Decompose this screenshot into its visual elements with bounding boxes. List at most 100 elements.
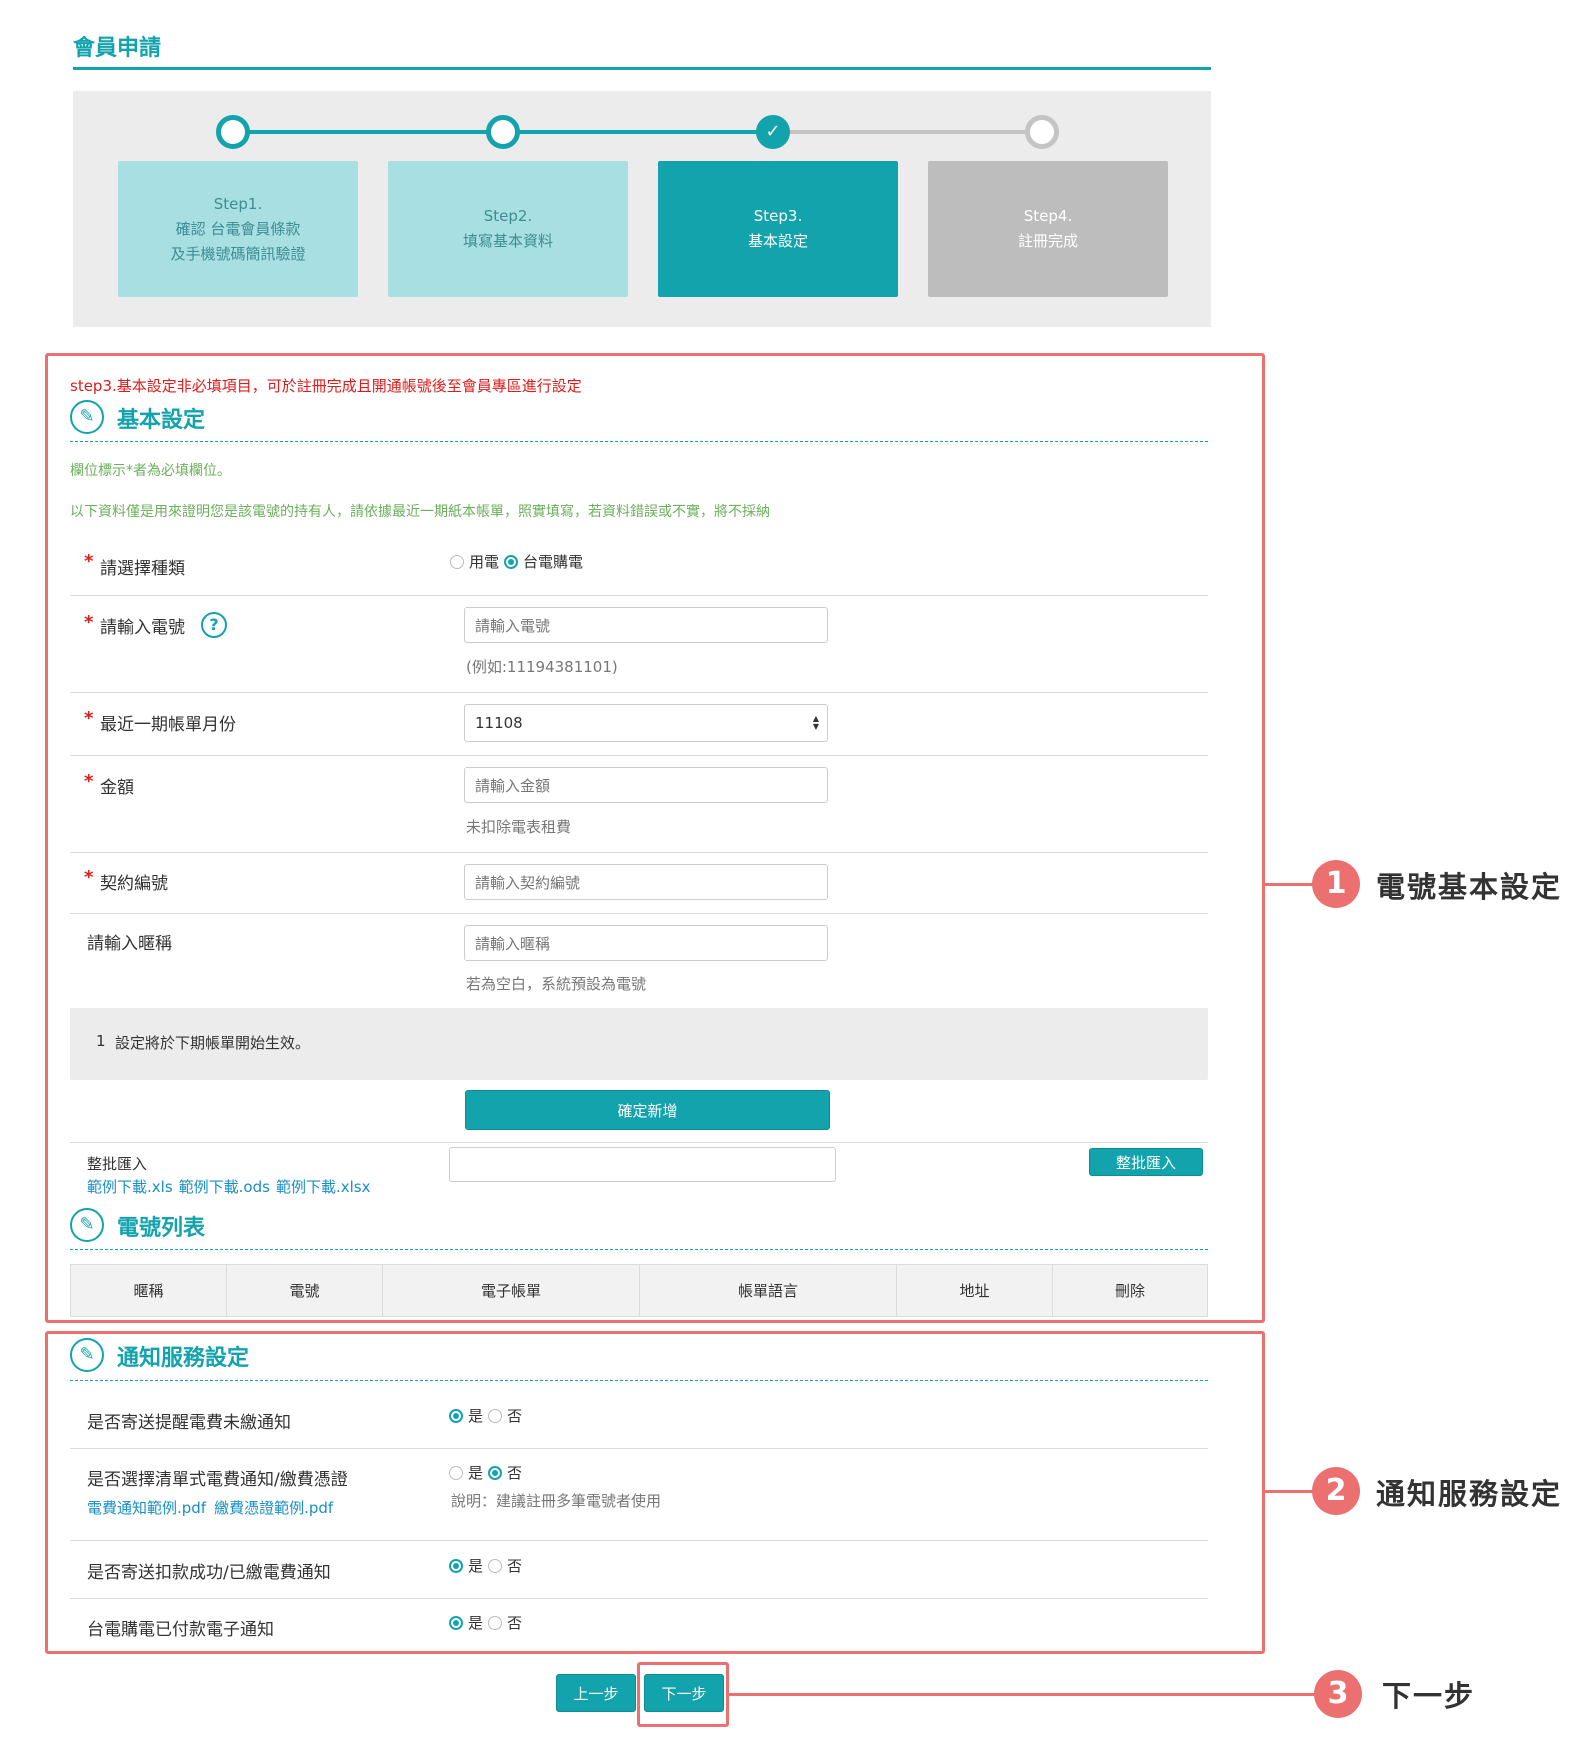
amount-input[interactable]: 請輸入金額 <box>464 767 828 803</box>
col-number: 電號 <box>227 1265 383 1316</box>
bill-month-select[interactable]: 11108 ▲ ▼ <box>464 704 828 742</box>
nickname-note: 若為空白，系統預設為電號 <box>466 975 647 993</box>
notify-list-style-radios: 是 否 <box>449 1462 522 1483</box>
required-hint: 欄位標示*者為必填欄位。 <box>70 463 231 479</box>
radio-no[interactable] <box>488 1408 503 1423</box>
radio-no[interactable] <box>488 1558 503 1573</box>
required-mark: * <box>84 867 94 888</box>
sample-pdf-links: 電費通知範例.pdf 繳費憑證範例.pdf <box>87 1497 333 1518</box>
required-mark: * <box>84 708 94 729</box>
section-divider <box>70 1249 1208 1250</box>
step1-dot <box>216 115 250 149</box>
radio-yes[interactable] <box>449 1408 463 1423</box>
confirm-add-button[interactable]: 確定新增 <box>465 1090 830 1130</box>
bill-sample-pdf-link[interactable]: 電費通知範例.pdf <box>87 1497 206 1518</box>
col-address: 地址 <box>897 1265 1053 1316</box>
radio-yes-label: 是 <box>468 1557 484 1575</box>
annotation-connector-1 <box>1263 883 1314 886</box>
radio-no[interactable] <box>488 1465 503 1480</box>
radio-taipower-purchase[interactable] <box>504 554 519 569</box>
annotation-label-1: 電號基本設定 <box>1376 870 1563 904</box>
section-title-basic: 基本設定 <box>117 408 206 433</box>
nickname-label: 請輸入暱稱 <box>87 934 172 954</box>
notify-list-style-note: 說明：建議註冊多筆電號者使用 <box>451 1492 662 1510</box>
col-ebill: 電子帳單 <box>383 1265 640 1316</box>
row-divider <box>70 852 1208 853</box>
notify-paid-radios: 是 否 <box>449 1555 522 1576</box>
sample-xlsx-link[interactable]: 範例下載.xlsx <box>276 1176 371 1197</box>
notify-paid-label: 是否寄送扣款成功/已繳電費通知 <box>87 1563 331 1583</box>
required-mark: * <box>84 551 94 572</box>
row-divider <box>70 1142 1208 1143</box>
batch-import-button[interactable]: 整批匯入 <box>1089 1148 1203 1176</box>
annotation-frame-3 <box>637 1662 729 1727</box>
receipt-sample-pdf-link[interactable]: 繳費憑證範例.pdf <box>214 1497 333 1518</box>
proof-hint: 以下資料僅是用來證明您是該電號的持有人，請依據最近一期紙本帳單，照實填寫，若資料… <box>70 504 770 520</box>
radio-yes[interactable] <box>449 1615 463 1630</box>
radio-no-label: 否 <box>507 1407 523 1425</box>
row-divider <box>70 1448 1208 1449</box>
annotation-badge-2: 2 <box>1312 1467 1360 1515</box>
help-icon[interactable]: ? <box>201 612 227 638</box>
select-arrows-icon: ▲ ▼ <box>812 714 819 731</box>
radio-yes-label: 是 <box>468 1407 484 1425</box>
page-title: 會員申請 <box>73 36 162 61</box>
elec-number-table-header: 暱稱 電號 電子帳單 帳單語言 地址 刪除 <box>70 1264 1208 1317</box>
step4-box: Step4. 註冊完成 <box>928 161 1168 297</box>
required-mark: * <box>84 771 94 792</box>
radio-yes[interactable] <box>449 1558 463 1573</box>
section-title-notify: 通知服務設定 <box>117 1346 250 1371</box>
col-delete: 刪除 <box>1114 1282 1145 1300</box>
edit-icon: ✎ <box>70 1208 104 1242</box>
radio-taipower-purchase-label: 台電購電 <box>523 553 584 571</box>
contract-input[interactable]: 請輸入契約編號 <box>464 864 828 900</box>
notify-unpaid-radios: 是 否 <box>449 1405 522 1426</box>
title-divider <box>73 67 1211 70</box>
sample-xls-link[interactable]: 範例下載.xls <box>87 1176 173 1197</box>
notify-purchase-paid-label: 台電購電已付款電子通知 <box>87 1620 274 1640</box>
step2-dot <box>486 115 520 149</box>
radio-yes-label: 是 <box>468 1614 484 1632</box>
step2-box: Step2. 填寫基本資料 <box>388 161 628 297</box>
row-divider <box>70 913 1208 914</box>
section-divider <box>70 1380 1208 1381</box>
section-divider <box>70 441 1208 442</box>
amount-label: 金額 <box>100 778 134 798</box>
batch-import-label: 整批匯入 <box>87 1155 148 1173</box>
step3-check-icon: ✓ <box>756 115 790 149</box>
elec-number-label: 請輸入電號 <box>100 618 185 638</box>
radio-power-use-label: 用電 <box>469 553 500 571</box>
stepper-line-todo <box>773 130 1043 134</box>
bill-month-value: 11108 <box>475 714 523 732</box>
batch-file-input[interactable] <box>449 1147 836 1182</box>
amount-note: 未扣除電表租費 <box>466 818 572 836</box>
sample-ods-link[interactable]: 範例下載.ods <box>179 1176 270 1197</box>
row-divider <box>70 1598 1208 1599</box>
edit-icon: ✎ <box>70 400 104 434</box>
elec-number-input[interactable]: 請輸入電號 <box>464 607 828 643</box>
notify-purchase-paid-radios: 是 否 <box>449 1612 522 1633</box>
step1-box: Step1. 確認 台電會員條款 及手機號碼簡訊驗證 <box>118 161 358 297</box>
required-mark: * <box>84 612 94 633</box>
radio-no-label: 否 <box>507 1557 523 1575</box>
annotation-badge-1: 1 <box>1312 860 1360 908</box>
type-label: 請選擇種類 <box>100 559 185 579</box>
notify-list-style-label: 是否選擇清單式電費通知/繳費憑證 <box>87 1470 348 1490</box>
prev-step-button[interactable]: 上一步 <box>556 1674 636 1712</box>
row-divider <box>70 692 1208 693</box>
radio-no-label: 否 <box>507 1614 523 1632</box>
bill-month-label: 最近一期帳單月份 <box>100 715 236 735</box>
row-divider <box>70 1540 1208 1541</box>
note-text: 設定將於下期帳單開始生效。 <box>115 1034 311 1052</box>
radio-yes[interactable] <box>449 1465 463 1480</box>
nickname-input[interactable]: 請輸入暱稱 <box>464 925 828 961</box>
step3-box: Step3. 基本設定 <box>658 161 898 297</box>
elec-number-example: (例如:11194381101) <box>466 658 618 676</box>
radio-no[interactable] <box>488 1615 503 1630</box>
annotation-connector-3 <box>728 1693 1316 1696</box>
contract-label: 契約編號 <box>100 874 168 894</box>
annotation-label-2: 通知服務設定 <box>1376 1477 1563 1511</box>
row-divider <box>70 595 1208 596</box>
radio-no-label: 否 <box>507 1464 523 1482</box>
radio-power-use[interactable] <box>450 554 464 569</box>
